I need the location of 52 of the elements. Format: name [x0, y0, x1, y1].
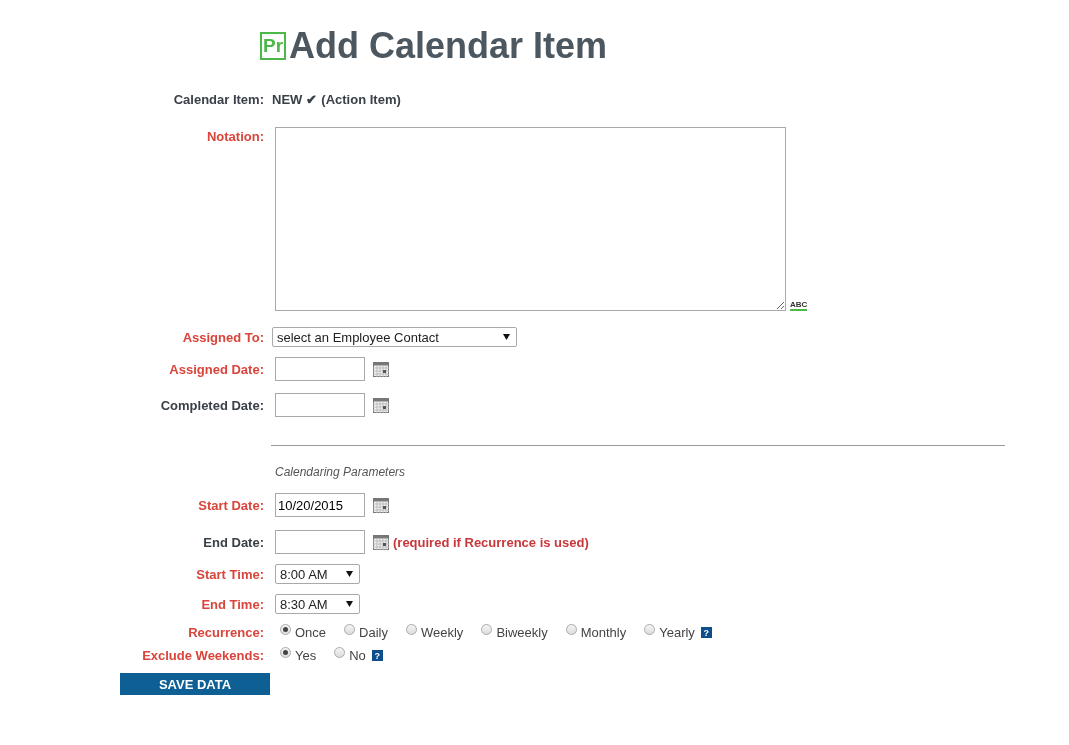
- radio-button[interactable]: [334, 647, 346, 658]
- field-label: Exclude Weekends:: [142, 648, 264, 663]
- time-select[interactable]: 8:30 AM: [275, 594, 360, 614]
- field-label: Assigned Date:: [169, 361, 264, 377]
- field-label: Start Date:: [198, 497, 264, 513]
- field-label: End Date:: [203, 534, 264, 550]
- page-title: Add Calendar Item: [289, 26, 608, 66]
- radio-option[interactable]: Yearly: [644, 625, 695, 640]
- help-icon[interactable]: ?: [371, 650, 383, 661]
- required-note: (required if Recurrence is used): [393, 534, 589, 550]
- radio-button[interactable]: [280, 647, 291, 658]
- field-label: Completed Date:: [160, 397, 264, 413]
- save-button[interactable]: SAVE DATA: [120, 673, 270, 695]
- item-type: (Action Item): [321, 92, 401, 107]
- section-title: Calendaring Parameters: [275, 465, 407, 479]
- caret-icon: [503, 334, 510, 340]
- radio-option[interactable]: Once: [280, 625, 327, 640]
- field-label: Recurrence:: [188, 625, 264, 640]
- radio-button[interactable]: [280, 624, 291, 635]
- date-field[interactable]: [275, 357, 365, 381]
- field-label: Assigned To:: [182, 329, 264, 345]
- time-select[interactable]: 8:00 AM: [275, 564, 360, 584]
- date-field[interactable]: 10/20/2015: [275, 493, 365, 517]
- radio-button[interactable]: [565, 624, 577, 635]
- radio-button[interactable]: [344, 624, 356, 635]
- calendar-icon[interactable]: [373, 397, 389, 413]
- radio-option[interactable]: Biweekly: [481, 625, 548, 640]
- status-value: NEW: [272, 92, 303, 107]
- radio-button[interactable]: [644, 624, 656, 635]
- radio-option[interactable]: Daily: [344, 625, 388, 640]
- radio-button[interactable]: [406, 624, 417, 635]
- radio-option[interactable]: Monthly: [565, 625, 627, 640]
- radio-option[interactable]: No: [334, 648, 366, 663]
- field-label: Calendar Item:: [173, 92, 264, 107]
- field-label: Notation:: [206, 128, 264, 144]
- calendar-icon[interactable]: [373, 361, 389, 377]
- calendar-icon[interactable]: [373, 534, 389, 550]
- caret-icon: [346, 571, 353, 577]
- radio-option[interactable]: Weekly: [406, 625, 464, 640]
- radio-button[interactable]: [481, 624, 493, 635]
- check-icon: ✔: [306, 92, 318, 107]
- field-label: End Time:: [201, 596, 264, 612]
- logo: Pr: [260, 32, 286, 60]
- date-field[interactable]: [275, 530, 365, 554]
- employee-select[interactable]: select an Employee Contact: [272, 327, 517, 347]
- help-icon[interactable]: ?: [700, 627, 712, 638]
- caret-icon: [346, 601, 353, 607]
- calendar-icon[interactable]: [373, 497, 389, 513]
- radio-option[interactable]: Yes: [280, 648, 317, 663]
- date-field[interactable]: [275, 393, 365, 417]
- field-label: Start Time:: [196, 566, 264, 582]
- notation-field[interactable]: [275, 127, 786, 311]
